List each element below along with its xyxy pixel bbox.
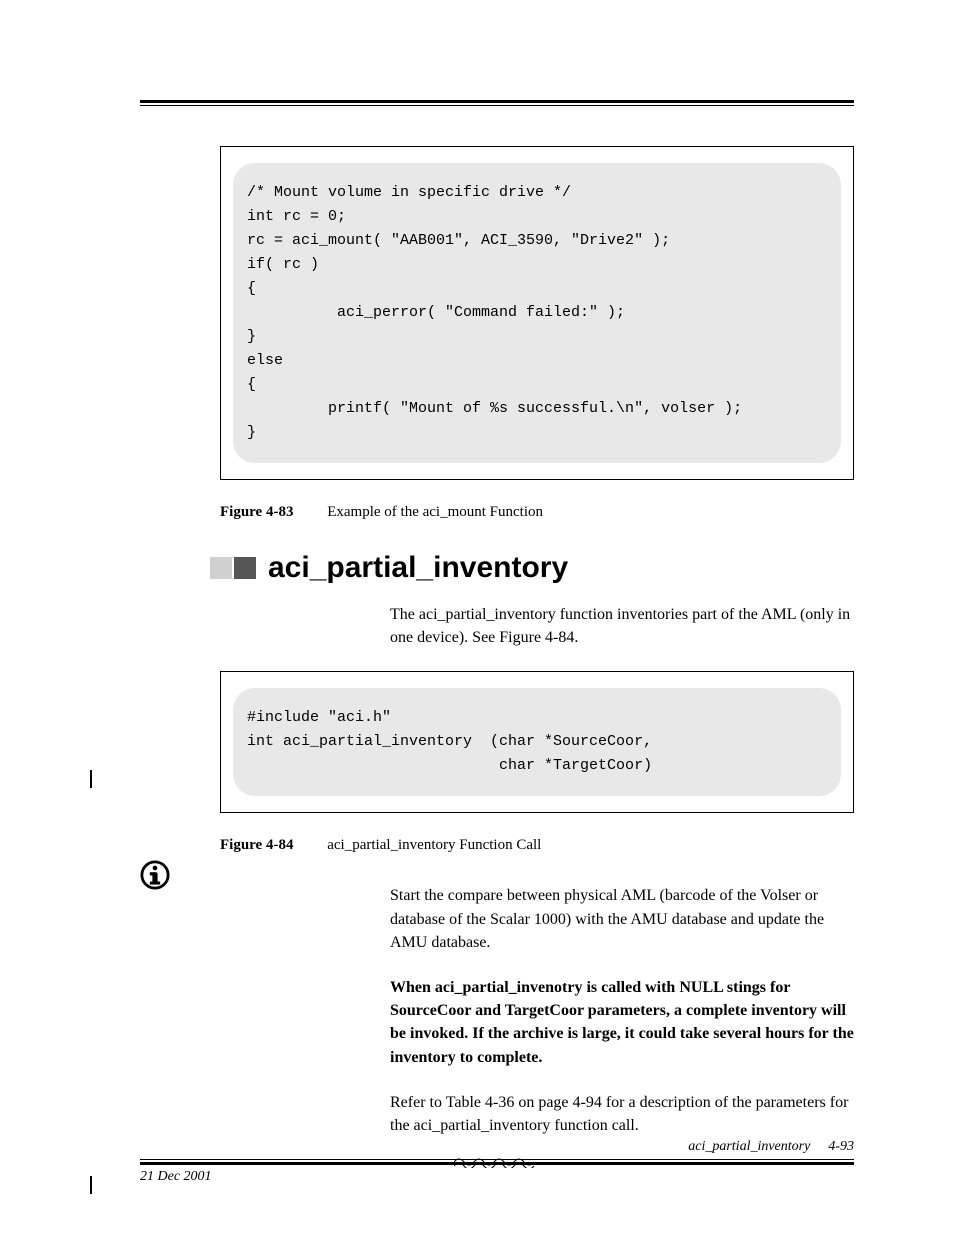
paragraph-compare: Start the compare between physical AML (… <box>390 884 854 954</box>
figure-text-84: aci_partial_inventory Function Call <box>327 837 541 853</box>
code-block-1: /* Mount volume in specific drive */ int… <box>233 163 841 463</box>
header-rule <box>140 100 854 106</box>
footer-section-title: aci_partial_inventory <box>688 1139 810 1155</box>
code-box-2: #include "aci.h" int aci_partial_invento… <box>220 671 854 813</box>
paragraph-warning: When aci_partial_invenotry is called wit… <box>390 976 854 1069</box>
figure-caption-84: Figure 4-84 aci_partial_inventory Functi… <box>220 837 854 854</box>
figure-label-83: Figure 4-83 <box>220 504 293 520</box>
page: /* Mount volume in specific drive */ int… <box>0 0 954 1137</box>
page-footer: aci_partial_inventory 4-93 21 Dec 2001 <box>140 1139 854 1185</box>
figure-text-83: Example of the aci_mount Function <box>327 504 543 520</box>
figure-label-84: Figure 4-84 <box>220 837 293 853</box>
code-box-1: /* Mount volume in specific drive */ int… <box>220 146 854 480</box>
heading-square-light-icon <box>210 557 232 579</box>
section-title: aci_partial_inventory <box>268 551 568 585</box>
info-icon <box>140 860 170 890</box>
change-bar-icon <box>90 770 92 788</box>
footer-wiggle-icon <box>454 1156 534 1168</box>
footer-page-number: 4-93 <box>828 1139 854 1155</box>
intro-paragraph: The aci_partial_inventory function inven… <box>390 603 854 649</box>
code-block-2: #include "aci.h" int aci_partial_invento… <box>233 688 841 796</box>
content-area: /* Mount volume in specific drive */ int… <box>220 146 854 1137</box>
paragraph-refer: Refer to Table 4-36 on page 4-94 for a d… <box>390 1091 854 1137</box>
footer-date: 21 Dec 2001 <box>140 1169 854 1185</box>
footer-rule <box>140 1159 854 1165</box>
figure-caption-83: Figure 4-83 Example of the aci_mount Fun… <box>220 504 854 521</box>
change-bar-icon <box>90 1176 92 1194</box>
footer-top-row: aci_partial_inventory 4-93 <box>140 1139 854 1155</box>
heading-square-dark-icon <box>234 557 256 579</box>
section-heading-row: aci_partial_inventory <box>210 551 854 585</box>
